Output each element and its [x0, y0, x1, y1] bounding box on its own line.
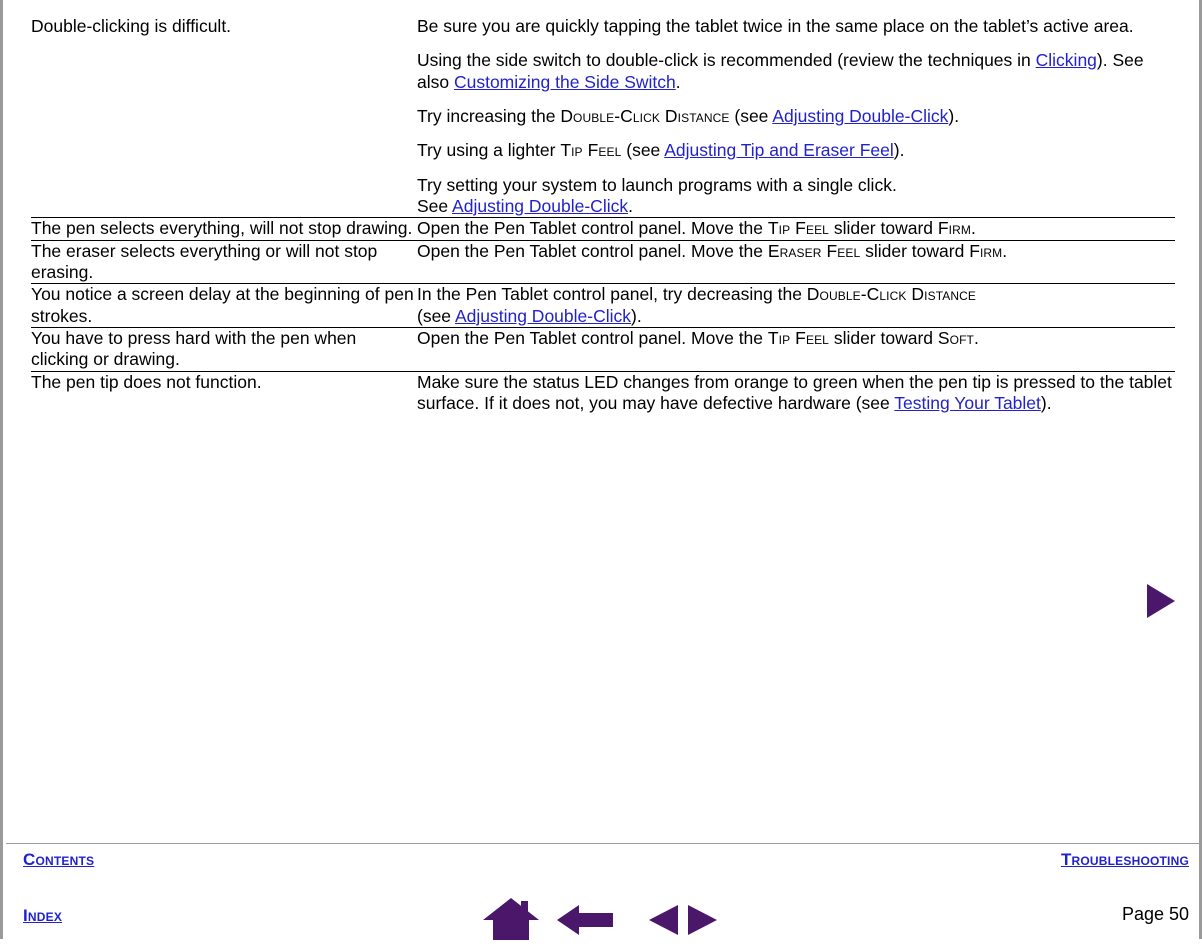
table-row: The pen tip does not function. Make sure … — [31, 370, 1175, 415]
symptom-text: You have to press hard with the pen when… — [31, 328, 357, 370]
solution-cell: In the Pen Tablet control panel, try dec… — [417, 283, 1175, 328]
table-row: You notice a screen delay at the beginni… — [31, 283, 1175, 328]
symptom-cell: You notice a screen delay at the beginni… — [31, 283, 417, 328]
table-row: The pen selects everything, will not sto… — [31, 217, 1175, 241]
footer-nav-icons — [481, 896, 741, 942]
ui-term: Tip Feel — [560, 140, 622, 161]
page-footer: Contents Index Troubleshooting Page 50 — [3, 844, 1202, 942]
next-triangle-icon[interactable] — [1147, 584, 1175, 618]
page-number: Page 50 — [1121, 904, 1189, 924]
solution-cell: Make sure the status LED changes from or… — [417, 370, 1175, 415]
solution-paragraph: Open the Pen Tablet control panel. Move … — [417, 240, 1008, 261]
footer-link-troubleshooting[interactable]: Troubleshooting — [1061, 850, 1189, 870]
cross-reference-link[interactable]: Adjusting Tip and Eraser Feel — [664, 140, 894, 160]
ui-term: Double-Click Distance — [560, 106, 730, 127]
symptom-text: The pen selects everything, will not sto… — [31, 218, 413, 239]
symptom-cell: The pen tip does not function. — [31, 370, 417, 415]
solution-paragraph: Open the Pen Tablet control panel. Move … — [417, 218, 976, 239]
solution-paragraph: Try using a lighter Tip Feel (see Adjust… — [417, 140, 905, 161]
document-page: Double-clicking is difficult. Be sure you… — [0, 0, 1202, 942]
cross-reference-link[interactable]: Adjusting Double-Click — [452, 196, 628, 216]
solution-paragraph: Make sure the status LED changes from or… — [417, 371, 1172, 414]
ui-term: Firm — [969, 240, 1003, 261]
cross-reference-link[interactable]: Adjusting Double-Click — [455, 306, 631, 326]
cross-reference-link[interactable]: Adjusting Double-Click — [772, 106, 948, 126]
symptom-cell: The eraser selects everything or will no… — [31, 239, 417, 284]
previous-page-icon — [649, 905, 678, 935]
home-icon[interactable] — [481, 896, 541, 947]
symptom-text: You notice a screen delay at the beginni… — [31, 284, 414, 326]
ui-term: Eraser Feel — [767, 240, 861, 261]
troubleshooting-content: Double-clicking is difficult. Be sure you… — [31, 16, 1175, 415]
footer-link-contents[interactable]: Contents — [23, 850, 94, 870]
symptom-text: Double-clicking is difficult. — [31, 16, 232, 36]
solution-cell: Be sure you are quickly tapping the tabl… — [417, 16, 1175, 218]
ui-term: Double-Click Distance — [806, 284, 976, 305]
solution-paragraph: Try increasing the Double-Click Distance… — [417, 106, 960, 127]
solution-cell: Open the Pen Tablet control panel. Move … — [417, 327, 1175, 372]
solution-cell: Open the Pen Tablet control panel. Move … — [417, 217, 1175, 241]
footer-link-index[interactable]: Index — [23, 906, 62, 926]
ui-term: Firm — [937, 218, 971, 239]
table-row: You have to press hard with the pen when… — [31, 327, 1175, 372]
next-page-icon — [688, 905, 717, 935]
ui-term: Soft — [937, 328, 974, 349]
solution-paragraph: Using the side switch to double-click is… — [417, 50, 1144, 92]
solution-cell: Open the Pen Tablet control panel. Move … — [417, 239, 1175, 284]
ui-term: Tip Feel — [767, 328, 829, 349]
solution-paragraph: Open the Pen Tablet control panel. Move … — [417, 328, 979, 349]
cross-reference-link[interactable]: Customizing the Side Switch — [454, 72, 676, 92]
ui-term: Tip Feel — [767, 218, 829, 239]
troubleshooting-table: Double-clicking is difficult. Be sure you… — [31, 16, 1175, 415]
table-row: Double-clicking is difficult. Be sure you… — [31, 16, 1175, 218]
symptom-cell: The pen selects everything, will not sto… — [31, 217, 417, 241]
symptom-text: The eraser selects everything or will no… — [31, 240, 378, 283]
cross-reference-link[interactable]: Testing Your Tablet — [894, 393, 1041, 413]
table-row: The eraser selects everything or will no… — [31, 239, 1175, 284]
solution-paragraph: Be sure you are quickly tapping the tabl… — [417, 16, 1134, 36]
symptom-cell: Double-clicking is difficult. — [31, 16, 417, 218]
solution-paragraph: Try setting your system to launch progra… — [417, 174, 897, 217]
symptom-cell: You have to press hard with the pen when… — [31, 327, 417, 372]
symptom-text: The pen tip does not function. — [31, 371, 262, 392]
table-body: Double-clicking is difficult. Be sure you… — [31, 16, 1175, 415]
solution-paragraph: In the Pen Tablet control panel, try dec… — [417, 284, 976, 326]
back-arrow-icon[interactable] — [557, 903, 613, 942]
cross-reference-link[interactable]: Clicking — [1036, 50, 1097, 70]
page-stepper — [645, 903, 721, 942]
